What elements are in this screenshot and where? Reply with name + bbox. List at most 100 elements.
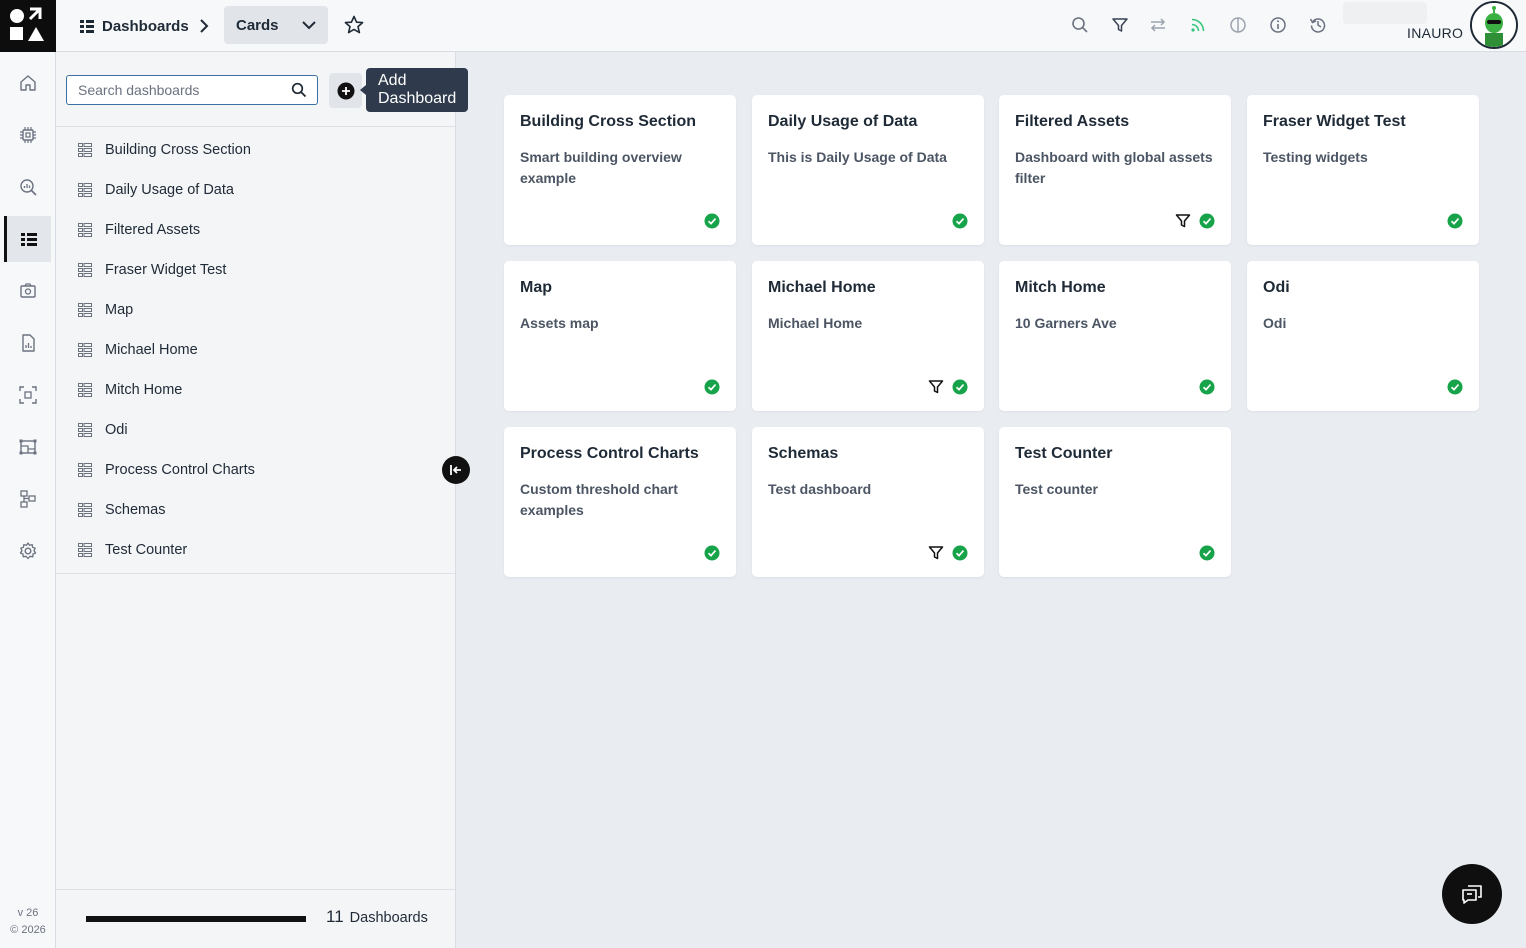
nav-hierarchy[interactable] — [4, 476, 51, 522]
search-input[interactable] — [67, 76, 287, 104]
card-description: Test counter — [1015, 481, 1098, 497]
nav-reports[interactable] — [4, 320, 51, 366]
chevron-down-icon — [302, 21, 316, 30]
dashboard-grid-icon — [78, 383, 92, 397]
dashboard-grid-icon — [78, 183, 92, 197]
dashboard-card[interactable]: Filtered Assets Dashboard with global ass… — [999, 95, 1231, 245]
check-circle-icon — [1447, 379, 1463, 395]
top-bar: Dashboards Cards INAURO — [0, 0, 1526, 52]
filter-icon[interactable] — [1111, 16, 1129, 34]
sidebar-dashboard-item[interactable]: Mitch Home — [56, 370, 455, 410]
search-icon[interactable] — [1071, 16, 1089, 34]
check-circle-icon — [704, 379, 720, 395]
sidebar-dashboard-label: Mitch Home — [105, 382, 183, 398]
card-title: Map — [520, 279, 552, 296]
dashboard-count-number: 11 — [326, 907, 344, 926]
dashboard-card[interactable]: Mitch Home 10 Garners Ave — [999, 261, 1231, 411]
dashboard-grid-icon — [78, 303, 92, 317]
dashboard-grid-icon — [78, 543, 92, 557]
dashboard-grid-icon — [78, 223, 92, 237]
sidebar-dashboard-item[interactable]: Test Counter — [56, 530, 455, 570]
hidden-action-button[interactable] — [1343, 2, 1427, 24]
sidebar-dashboard-label: Fraser Widget Test — [105, 262, 227, 278]
dashboard-card[interactable]: Map Assets map — [504, 261, 736, 411]
check-circle-icon — [952, 379, 968, 395]
card-title: Mitch Home — [1015, 279, 1106, 296]
divider — [56, 573, 455, 574]
sidebar-dashboard-item[interactable]: Daily Usage of Data — [56, 170, 455, 210]
add-dashboard-button[interactable] — [329, 73, 362, 108]
info-icon[interactable] — [1269, 16, 1287, 34]
card-title: Fraser Widget Test — [1263, 113, 1406, 130]
dashboard-card[interactable]: Daily Usage of Data This is Daily Usage o… — [752, 95, 984, 245]
chat-button[interactable] — [1442, 864, 1502, 924]
sidebar-dashboard-item[interactable]: Odi — [56, 410, 455, 450]
nav-floorplans[interactable] — [4, 424, 51, 470]
swap-icon[interactable] — [1149, 16, 1167, 34]
sidebar-dashboard-label: Map — [105, 302, 134, 318]
camera-icon — [19, 283, 36, 298]
breadcrumb[interactable]: Dashboards — [80, 0, 189, 52]
nav-explore[interactable] — [4, 164, 51, 210]
nav-scan[interactable] — [4, 372, 51, 418]
sidebar-dashboard-label: Odi — [105, 422, 128, 438]
dashboard-card[interactable]: Schemas Test dashboard — [752, 427, 984, 577]
card-description: Assets map — [520, 315, 599, 331]
sidebar-dashboard-label: Test Counter — [105, 542, 188, 558]
left-nav: v 26 © 2026 — [0, 52, 56, 948]
dashboard-card[interactable]: Fraser Widget Test Testing widgets — [1247, 95, 1479, 245]
dashboard-card[interactable]: Michael Home Michael Home — [752, 261, 984, 411]
dashboard-grid-icon — [78, 423, 92, 437]
nav-dashboards[interactable] — [4, 216, 51, 262]
view-mode-select[interactable]: Cards — [224, 6, 328, 44]
search-icon[interactable] — [291, 82, 307, 98]
card-title: Test Counter — [1015, 445, 1113, 462]
sidebar-dashboard-label: Filtered Assets — [105, 222, 201, 238]
avatar[interactable] — [1470, 1, 1518, 49]
history-icon[interactable] — [1309, 16, 1327, 34]
card-title: Process Control Charts — [520, 445, 699, 462]
card-description: This is Daily Usage of Data — [768, 149, 947, 165]
nav-home[interactable] — [4, 60, 51, 106]
favorite-star-icon[interactable] — [344, 15, 364, 35]
sidebar-dashboard-item[interactable]: Schemas — [56, 490, 455, 530]
dashboard-card[interactable]: Odi Odi — [1247, 261, 1479, 411]
dashboard-grid-icon — [78, 343, 92, 357]
chat-icon — [1462, 885, 1482, 904]
cpu-icon — [19, 127, 36, 143]
nav-settings[interactable] — [4, 528, 51, 574]
dashboard-card[interactable]: Process Control Charts Custom threshold c… — [504, 427, 736, 577]
check-circle-icon — [1199, 545, 1215, 561]
check-circle-icon — [952, 213, 968, 229]
nav-devices[interactable] — [4, 112, 51, 158]
dashboard-card[interactable]: Test Counter Test counter — [999, 427, 1231, 577]
sidebar-dashboard-item[interactable]: Process Control Charts — [56, 450, 455, 490]
app-logo[interactable] — [0, 0, 56, 52]
feed-icon[interactable] — [1189, 16, 1207, 34]
check-circle-icon — [704, 213, 720, 229]
search-insights-icon — [19, 179, 37, 196]
footer-progress-bar — [86, 916, 306, 922]
contrast-icon[interactable] — [1229, 16, 1247, 34]
card-description: 10 Garners Ave — [1015, 315, 1117, 331]
card-title: Filtered Assets — [1015, 113, 1130, 130]
floorplan-icon — [19, 439, 36, 455]
breadcrumb-dashboards[interactable]: Dashboards — [102, 18, 189, 35]
card-description: Testing widgets — [1263, 149, 1368, 165]
dashboard-count-label: Dashboards — [349, 910, 428, 926]
sidebar-dashboard-item[interactable]: Map — [56, 290, 455, 330]
dashboards-sidebar: Add Dashboard Building Cross Section Dail… — [56, 52, 469, 948]
sidebar-dashboard-item[interactable]: Michael Home — [56, 330, 455, 370]
collapse-sidebar-button[interactable] — [442, 456, 470, 484]
card-description: Odi — [1263, 315, 1287, 331]
settings-icon — [19, 542, 36, 560]
nav-cameras[interactable] — [4, 268, 51, 314]
dashboard-card[interactable]: Building Cross Section Smart building ove… — [504, 95, 736, 245]
sidebar-dashboard-item[interactable]: Filtered Assets — [56, 210, 455, 250]
search-dashboards-field[interactable] — [66, 75, 318, 105]
card-title: Michael Home — [768, 279, 876, 296]
sidebar-dashboard-item[interactable]: Fraser Widget Test — [56, 250, 455, 290]
app-version: v 26 — [17, 907, 39, 919]
filter-icon — [928, 546, 944, 560]
sidebar-dashboard-item[interactable]: Building Cross Section — [56, 130, 455, 170]
